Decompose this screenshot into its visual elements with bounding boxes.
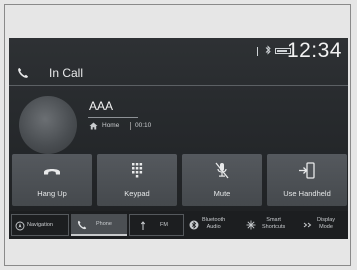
header-divider — [9, 85, 348, 86]
clock: 12:34 — [286, 39, 342, 62]
bluetooth-icon — [189, 220, 199, 230]
use-handheld-button[interactable]: Use Handheld — [267, 154, 347, 206]
hang-up-label: Hang Up — [37, 189, 67, 198]
keypad-button[interactable]: Keypad — [97, 154, 177, 206]
tab-navigation[interactable]: Navigation — [11, 214, 69, 236]
tab-smart-shortcuts[interactable]: Smart Shortcuts — [243, 214, 299, 236]
navigation-icon — [15, 221, 25, 231]
hang-up-icon — [44, 169, 60, 175]
tab-phone-label: Phone — [96, 221, 112, 227]
number-type-label: Home — [102, 122, 120, 129]
bluetooth-line1: Bluetooth — [202, 217, 226, 223]
bottom-bar: Navigation Phone FM Bluetooth Audio Smar… — [9, 211, 348, 239]
caller-avatar — [19, 96, 77, 154]
shortcuts-line2: Shortcuts — [262, 224, 286, 230]
bluetooth-status-icon — [265, 45, 271, 55]
use-handheld-label: Use Handheld — [283, 189, 331, 198]
tab-smart-shortcuts-label: Smart Shortcuts — [262, 217, 285, 231]
shortcuts-icon — [246, 220, 256, 230]
bluetooth-line2: Audio — [206, 224, 221, 230]
tab-bluetooth-audio[interactable]: Bluetooth Audio — [187, 214, 239, 236]
phone-icon — [18, 68, 28, 78]
tab-display-mode-label: Display Mode — [317, 217, 335, 231]
info-separator — [130, 122, 131, 130]
home-icon — [89, 122, 98, 130]
shortcuts-line1: Smart — [266, 217, 281, 223]
keypad-label: Keypad — [124, 189, 150, 198]
call-duration: 00:10 — [135, 122, 152, 129]
display-line2: Mode — [319, 224, 333, 230]
title-row: In Call — [9, 62, 348, 84]
hang-up-button[interactable]: Hang Up — [12, 154, 92, 206]
infotainment-screen: 12:34 In Call AAA Home 00:10 Hang Up Key… — [9, 38, 348, 239]
audio-icon — [140, 221, 146, 230]
handheld-icon — [299, 162, 315, 179]
caller-name: AAA — [89, 99, 114, 113]
tab-display-mode[interactable]: Display Mode — [301, 214, 347, 236]
phone-tab-icon — [77, 220, 87, 230]
display-mode-icon — [303, 222, 312, 228]
keypad-icon — [132, 163, 143, 178]
tab-navigation-label: Navigation — [27, 222, 53, 228]
tab-fm[interactable]: FM — [129, 214, 184, 236]
signal-icon — [257, 47, 258, 56]
page-title: In Call — [49, 66, 84, 80]
tab-phone[interactable]: Phone — [71, 214, 127, 236]
tab-bluetooth-audio-label: Bluetooth Audio — [202, 217, 225, 231]
tab-fm-label: FM — [160, 222, 168, 228]
mute-button[interactable]: Mute — [182, 154, 262, 206]
status-bar: 12:34 — [9, 38, 348, 62]
display-line1: Display — [317, 217, 336, 223]
name-underline — [88, 117, 138, 118]
mute-label: Mute — [213, 189, 231, 198]
mute-icon — [215, 162, 229, 179]
